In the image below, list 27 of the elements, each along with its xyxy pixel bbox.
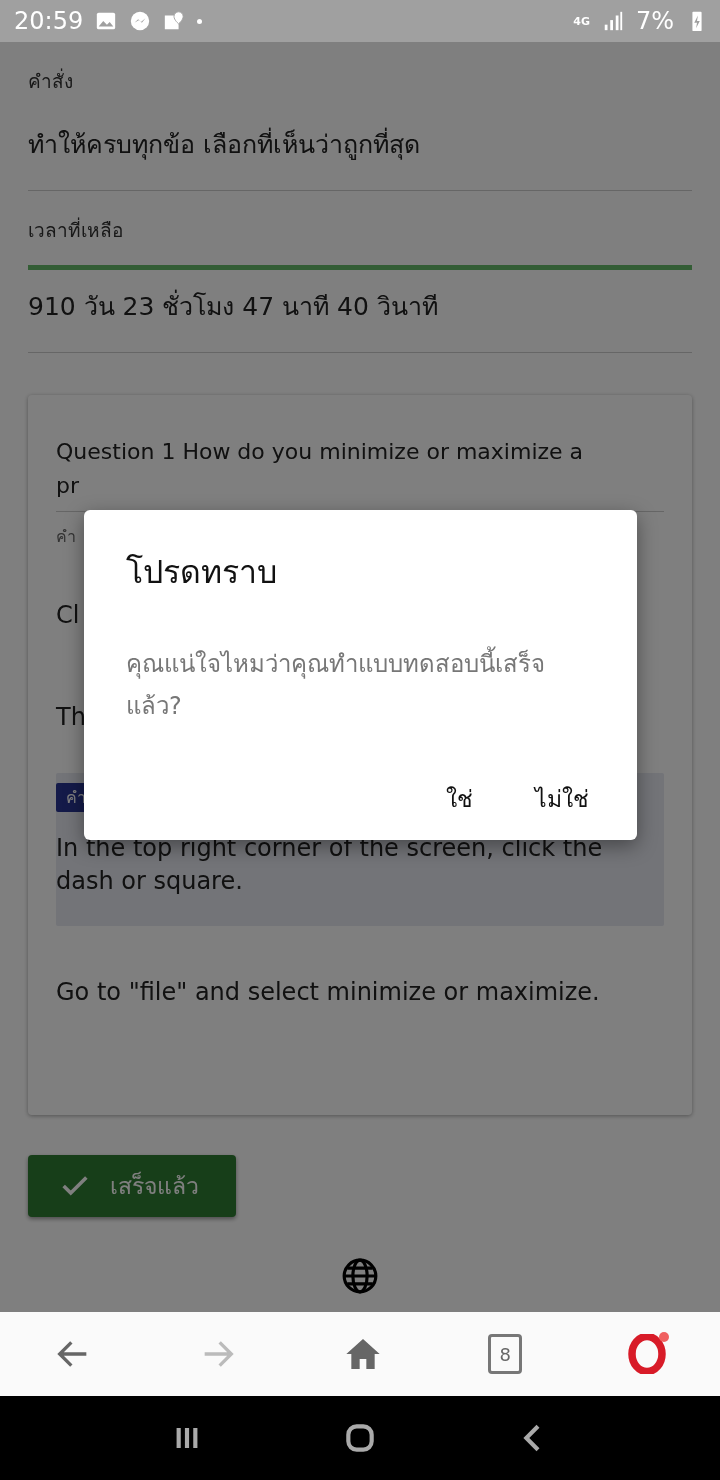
time-left-label: เวลาที่เหลือ (28, 216, 123, 243)
done-button[interactable]: เสร็จแล้ว (28, 1155, 236, 1217)
globe-icon (341, 1257, 379, 1295)
dialog-title: โปรดทราบ (126, 552, 277, 593)
notification-dot (659, 1332, 670, 1342)
dialog-message: คุณแน่ใจไหมว่าคุณทำแบบทดสอบนี้เสร็จแล้ว? (126, 643, 566, 727)
answer-label: คำ (56, 526, 76, 548)
dot-icon (197, 18, 203, 24)
network-type: 4G (573, 15, 590, 27)
instruction-label: คำสั่ง (28, 67, 73, 94)
o-logo-icon (627, 1334, 668, 1374)
browser-menu-button[interactable] (627, 1334, 668, 1374)
question-text: pr (56, 472, 79, 500)
status-time: 20:59 (14, 7, 84, 35)
battery-percent: 7% (635, 7, 674, 35)
image-icon (95, 10, 118, 32)
answer-option[interactable]: Cl (56, 579, 80, 651)
countdown-text: 910 วัน 23 ชั่วโมง 47 นาที 40 วินาที (28, 286, 438, 326)
yes-button[interactable]: ใช่ (440, 777, 479, 821)
tabs-button[interactable]: 8 (488, 1334, 523, 1374)
instruction-text: ทำให้ครบทุกข้อ เลือกที่เห็นว่าถูกที่สุด (28, 124, 420, 164)
answer-option[interactable]: Th (56, 681, 86, 753)
answer-option[interactable]: Go to "file" and select minimize or maximize. (56, 956, 600, 1028)
question-text: Question 1 How do you minimize or maximize a (56, 438, 584, 466)
map-pin-icon (163, 10, 186, 32)
no-button[interactable]: ไม่ใช่ (529, 777, 595, 821)
chat-bubble-icon (129, 10, 152, 32)
